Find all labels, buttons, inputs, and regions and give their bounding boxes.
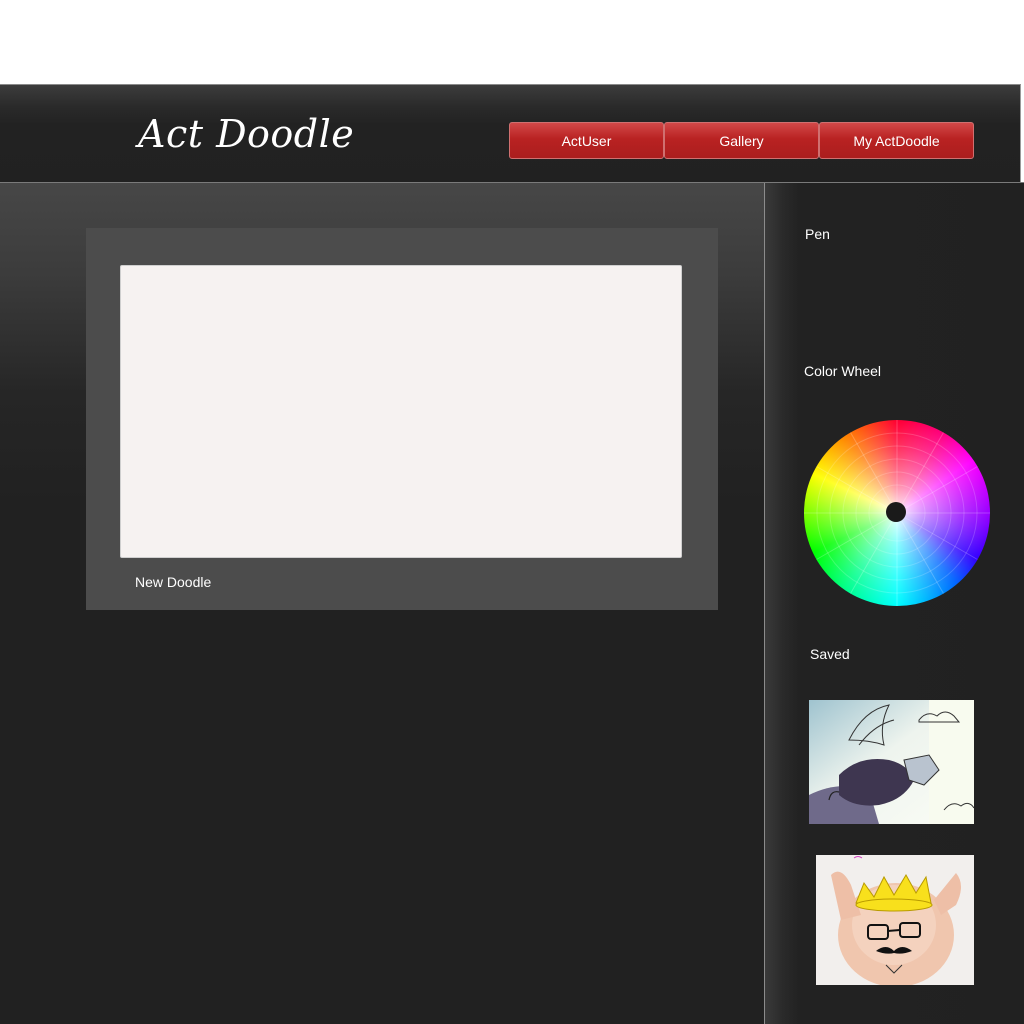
nav-button-actuser[interactable]: ActUser (509, 122, 664, 159)
drawing-canvas[interactable] (120, 265, 682, 558)
nav-button-gallery[interactable]: Gallery (664, 122, 819, 159)
cat-with-wings-doodle-image (809, 700, 974, 824)
new-doodle-label: New Doodle (135, 574, 212, 590)
app-logo[interactable]: Act Doodle (138, 112, 354, 156)
page-top-margin (0, 0, 1024, 84)
color-wheel-center-dot (886, 502, 906, 522)
saved-doodle-thumbnail[interactable] (809, 700, 974, 824)
sidebar-divider (764, 183, 765, 1024)
pen-label[interactable]: Pen (805, 226, 830, 242)
nav-button-my-actdoodle[interactable]: My ActDoodle (819, 122, 974, 159)
color-wheel-label: Color Wheel (804, 363, 882, 379)
saved-doodle-thumbnail[interactable] (816, 855, 974, 985)
baby-with-crown-doodle-image (816, 855, 974, 985)
saved-label: Saved (810, 646, 850, 662)
